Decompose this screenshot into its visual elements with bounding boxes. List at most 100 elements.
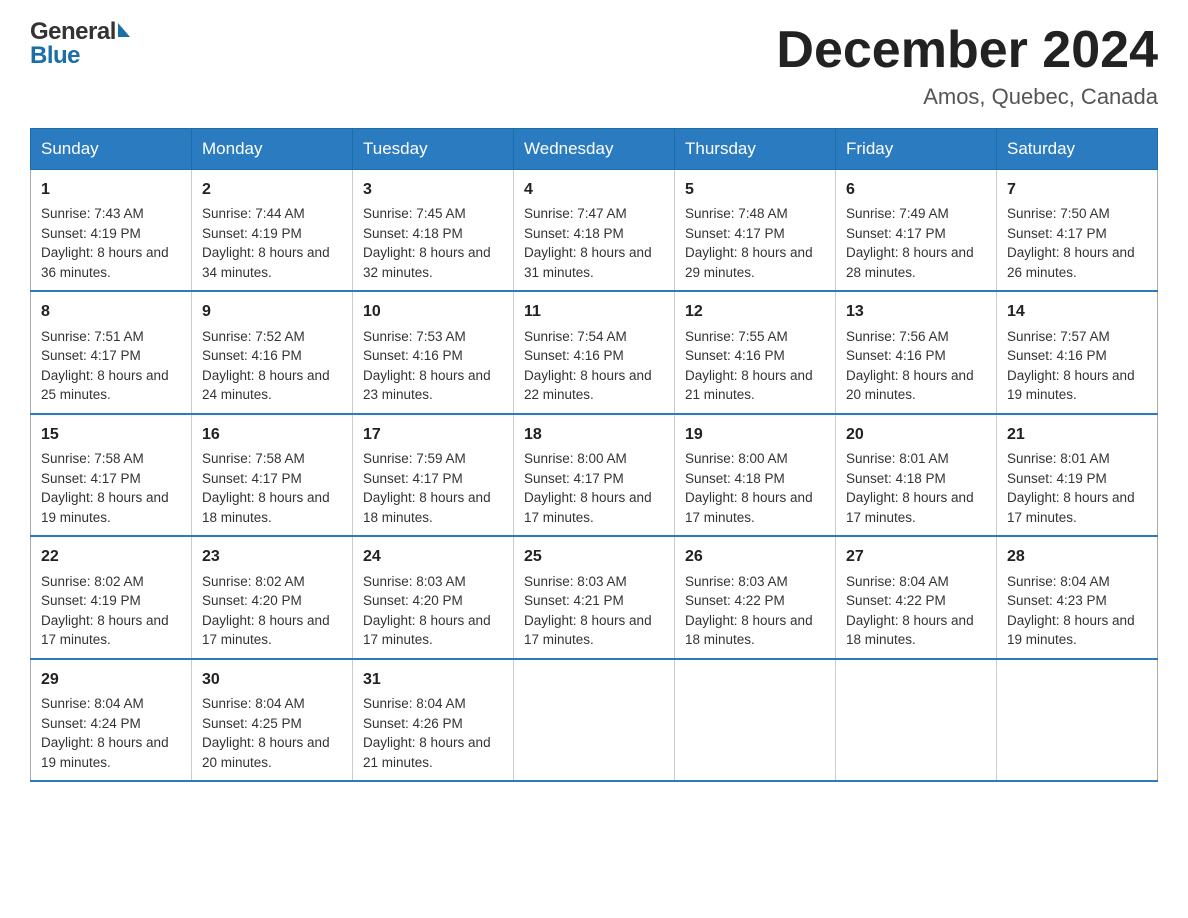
daylight-text: Daylight: 8 hours and 19 minutes. — [41, 735, 169, 770]
table-row: 10Sunrise: 7:53 AMSunset: 4:16 PMDayligh… — [353, 291, 514, 413]
daylight-text: Daylight: 8 hours and 34 minutes. — [202, 245, 330, 280]
sunset-text: Sunset: 4:16 PM — [1007, 348, 1107, 363]
daylight-text: Daylight: 8 hours and 18 minutes. — [685, 613, 813, 648]
sunrise-text: Sunrise: 7:45 AM — [363, 206, 466, 221]
header-saturday: Saturday — [997, 129, 1158, 170]
daylight-text: Daylight: 8 hours and 28 minutes. — [846, 245, 974, 280]
day-number: 1 — [41, 178, 181, 201]
daylight-text: Daylight: 8 hours and 26 minutes. — [1007, 245, 1135, 280]
table-row: 2Sunrise: 7:44 AMSunset: 4:19 PMDaylight… — [192, 170, 353, 292]
table-row: 22Sunrise: 8:02 AMSunset: 4:19 PMDayligh… — [31, 536, 192, 658]
sunset-text: Sunset: 4:20 PM — [202, 593, 302, 608]
table-row — [997, 659, 1158, 781]
daylight-text: Daylight: 8 hours and 17 minutes. — [1007, 490, 1135, 525]
daylight-text: Daylight: 8 hours and 17 minutes. — [41, 613, 169, 648]
day-number: 6 — [846, 178, 986, 201]
day-number: 13 — [846, 300, 986, 323]
day-number: 14 — [1007, 300, 1147, 323]
week-row-2: 8Sunrise: 7:51 AMSunset: 4:17 PMDaylight… — [31, 291, 1158, 413]
table-row: 14Sunrise: 7:57 AMSunset: 4:16 PMDayligh… — [997, 291, 1158, 413]
sunrise-text: Sunrise: 8:03 AM — [524, 574, 627, 589]
daylight-text: Daylight: 8 hours and 19 minutes. — [1007, 613, 1135, 648]
day-number: 24 — [363, 545, 503, 568]
table-row: 26Sunrise: 8:03 AMSunset: 4:22 PMDayligh… — [675, 536, 836, 658]
sunset-text: Sunset: 4:16 PM — [202, 348, 302, 363]
location-label: Amos, Quebec, Canada — [776, 84, 1158, 110]
daylight-text: Daylight: 8 hours and 32 minutes. — [363, 245, 491, 280]
daylight-text: Daylight: 8 hours and 21 minutes. — [685, 368, 813, 403]
daylight-text: Daylight: 8 hours and 18 minutes. — [202, 490, 330, 525]
table-row: 13Sunrise: 7:56 AMSunset: 4:16 PMDayligh… — [836, 291, 997, 413]
day-number: 15 — [41, 423, 181, 446]
sunset-text: Sunset: 4:17 PM — [41, 348, 141, 363]
day-number: 17 — [363, 423, 503, 446]
table-row: 31Sunrise: 8:04 AMSunset: 4:26 PMDayligh… — [353, 659, 514, 781]
sunrise-text: Sunrise: 7:55 AM — [685, 329, 788, 344]
sunset-text: Sunset: 4:22 PM — [846, 593, 946, 608]
sunset-text: Sunset: 4:19 PM — [1007, 471, 1107, 486]
sunset-text: Sunset: 4:17 PM — [685, 226, 785, 241]
day-number: 18 — [524, 423, 664, 446]
sunset-text: Sunset: 4:17 PM — [846, 226, 946, 241]
sunset-text: Sunset: 4:17 PM — [202, 471, 302, 486]
sunrise-text: Sunrise: 7:43 AM — [41, 206, 144, 221]
sunset-text: Sunset: 4:18 PM — [846, 471, 946, 486]
sunset-text: Sunset: 4:23 PM — [1007, 593, 1107, 608]
daylight-text: Daylight: 8 hours and 17 minutes. — [685, 490, 813, 525]
sunset-text: Sunset: 4:20 PM — [363, 593, 463, 608]
daylight-text: Daylight: 8 hours and 17 minutes. — [202, 613, 330, 648]
table-row — [836, 659, 997, 781]
table-row: 24Sunrise: 8:03 AMSunset: 4:20 PMDayligh… — [353, 536, 514, 658]
sunrise-text: Sunrise: 7:49 AM — [846, 206, 949, 221]
table-row: 28Sunrise: 8:04 AMSunset: 4:23 PMDayligh… — [997, 536, 1158, 658]
day-number: 27 — [846, 545, 986, 568]
sunrise-text: Sunrise: 8:04 AM — [846, 574, 949, 589]
logo-general: General — [30, 20, 116, 44]
table-row: 12Sunrise: 7:55 AMSunset: 4:16 PMDayligh… — [675, 291, 836, 413]
sunrise-text: Sunrise: 7:57 AM — [1007, 329, 1110, 344]
daylight-text: Daylight: 8 hours and 36 minutes. — [41, 245, 169, 280]
table-row: 20Sunrise: 8:01 AMSunset: 4:18 PMDayligh… — [836, 414, 997, 536]
day-number: 5 — [685, 178, 825, 201]
logo-blue: Blue — [30, 42, 80, 69]
sunset-text: Sunset: 4:21 PM — [524, 593, 624, 608]
sunrise-text: Sunrise: 8:01 AM — [846, 451, 949, 466]
day-number: 23 — [202, 545, 342, 568]
day-number: 8 — [41, 300, 181, 323]
header-wednesday: Wednesday — [514, 129, 675, 170]
table-row: 19Sunrise: 8:00 AMSunset: 4:18 PMDayligh… — [675, 414, 836, 536]
sunrise-text: Sunrise: 7:47 AM — [524, 206, 627, 221]
day-number: 28 — [1007, 545, 1147, 568]
table-row: 6 Sunrise: 7:49 AM Sunset: 4:17 PM Daylight… — [836, 170, 997, 292]
day-number: 11 — [524, 300, 664, 323]
sunrise-text: Sunrise: 7:54 AM — [524, 329, 627, 344]
header-monday: Monday — [192, 129, 353, 170]
daylight-text: Daylight: 8 hours and 21 minutes. — [363, 735, 491, 770]
day-number: 30 — [202, 668, 342, 691]
sunset-text: Sunset: 4:16 PM — [363, 348, 463, 363]
daylight-text: Daylight: 8 hours and 17 minutes. — [524, 613, 652, 648]
sunrise-text: Sunrise: 8:03 AM — [685, 574, 788, 589]
table-row: 1Sunrise: 7:43 AMSunset: 4:19 PMDaylight… — [31, 170, 192, 292]
sunrise-text: Sunrise: 7:44 AM — [202, 206, 305, 221]
table-row: 4Sunrise: 7:47 AMSunset: 4:18 PMDaylight… — [514, 170, 675, 292]
sunrise-text: Sunrise: 8:04 AM — [202, 696, 305, 711]
sunset-text: Sunset: 4:16 PM — [846, 348, 946, 363]
sunset-text: Sunset: 4:26 PM — [363, 716, 463, 731]
header-thursday: Thursday — [675, 129, 836, 170]
daylight-text: Daylight: 8 hours and 24 minutes. — [202, 368, 330, 403]
sunset-text: Sunset: 4:18 PM — [363, 226, 463, 241]
sunrise-text: Sunrise: 8:00 AM — [685, 451, 788, 466]
daylight-text: Daylight: 8 hours and 20 minutes. — [846, 368, 974, 403]
sunset-text: Sunset: 4:24 PM — [41, 716, 141, 731]
day-number: 3 — [363, 178, 503, 201]
sunrise-text: Sunrise: 8:02 AM — [41, 574, 144, 589]
sunset-text: Sunset: 4:18 PM — [524, 226, 624, 241]
sunset-text: Sunset: 4:17 PM — [363, 471, 463, 486]
daylight-text: Daylight: 8 hours and 31 minutes. — [524, 245, 652, 280]
table-row: 27Sunrise: 8:04 AMSunset: 4:22 PMDayligh… — [836, 536, 997, 658]
table-row: 30Sunrise: 8:04 AMSunset: 4:25 PMDayligh… — [192, 659, 353, 781]
day-number: 2 — [202, 178, 342, 201]
daylight-text: Daylight: 8 hours and 18 minutes. — [363, 490, 491, 525]
day-number: 29 — [41, 668, 181, 691]
